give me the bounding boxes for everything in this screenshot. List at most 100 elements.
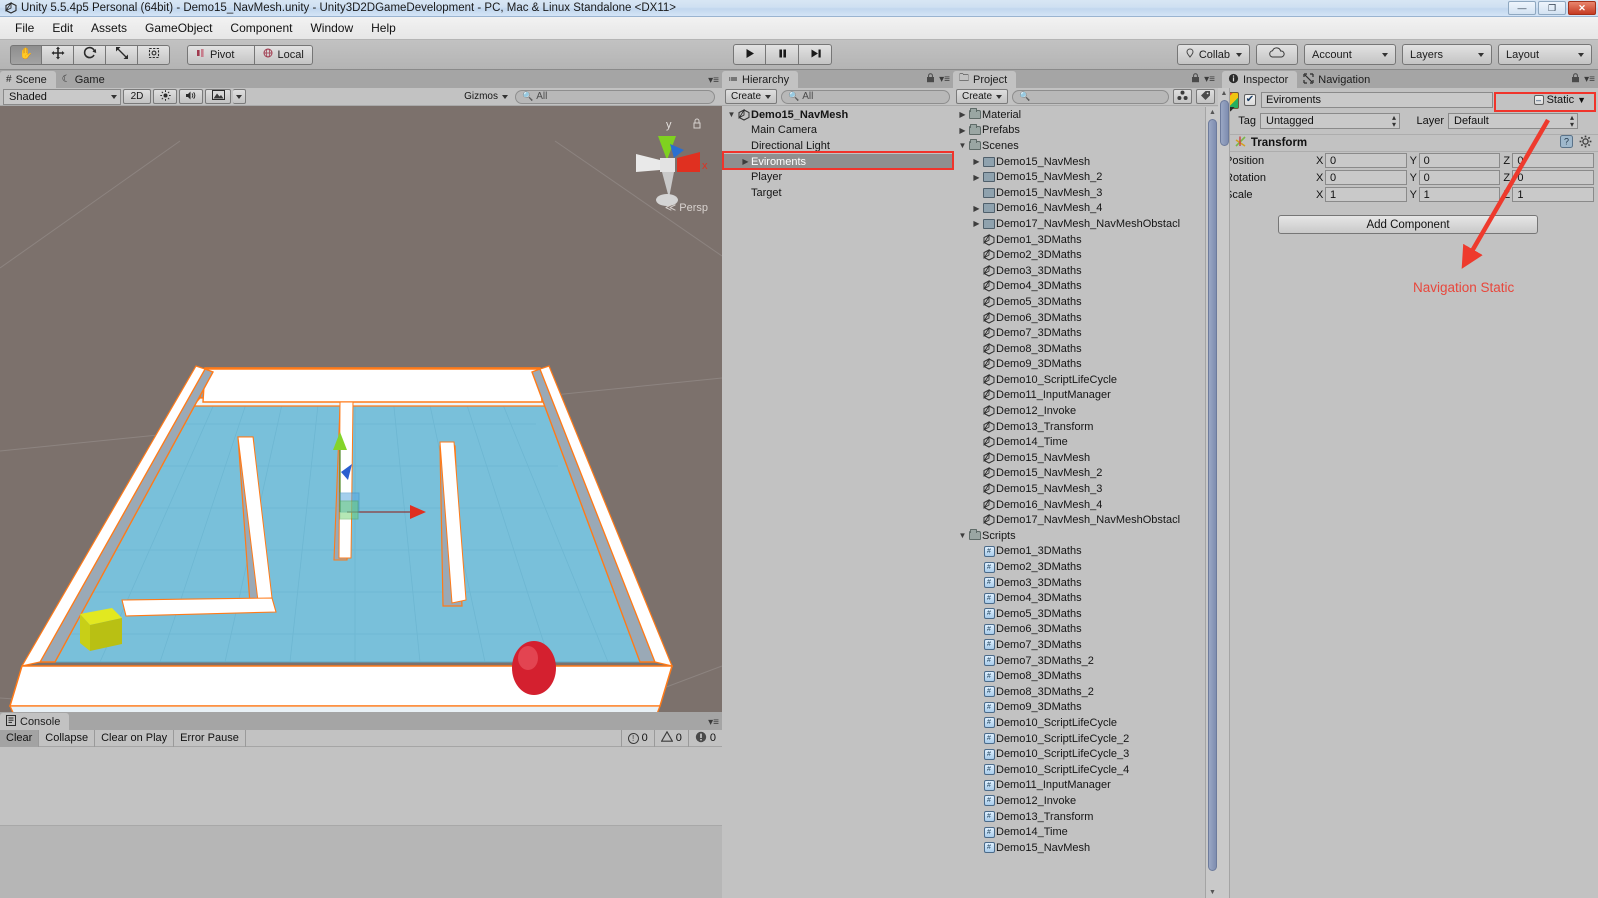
project-row[interactable]: Demo6_3DMaths: [953, 310, 1205, 326]
chevron-down-icon[interactable]: ▼: [957, 141, 968, 150]
project-row[interactable]: # Demo10_ScriptLifeCycle: [953, 715, 1205, 731]
project-panel-menu[interactable]: ▾≡: [1191, 73, 1215, 86]
console-info-count[interactable]: ! 0: [620, 729, 654, 747]
rotate-tool-button[interactable]: [74, 44, 106, 65]
tab-inspector[interactable]: Inspector: [1222, 71, 1298, 88]
inspector-scrollbar[interactable]: ▲: [1218, 88, 1230, 898]
object-active-checkbox[interactable]: ✔: [1244, 94, 1256, 106]
lighting-toggle-button[interactable]: [153, 89, 177, 104]
account-dropdown-arrow[interactable]: [1382, 52, 1388, 57]
scene-viewport[interactable]: y x ≪ Persp: [0, 106, 722, 712]
chevron-right-icon[interactable]: ▶: [957, 126, 968, 135]
project-row[interactable]: ▼ Scenes: [953, 138, 1205, 154]
chevron-down-icon[interactable]: ▼: [957, 531, 968, 540]
project-row[interactable]: Demo9_3DMaths: [953, 357, 1205, 373]
scene-projection-label[interactable]: ≪ Persp: [665, 201, 708, 214]
project-row[interactable]: ▶ Prefabs: [953, 123, 1205, 139]
console-log-area[interactable]: [0, 747, 722, 898]
scene-panel-menu[interactable]: ▾≡: [708, 75, 719, 86]
console-clear-on-play-button[interactable]: Clear on Play: [95, 729, 175, 747]
project-row[interactable]: # Demo9_3DMaths: [953, 700, 1205, 716]
project-row[interactable]: Demo2_3DMaths: [953, 247, 1205, 263]
project-row[interactable]: ▶ Demo16_NavMesh_4: [953, 201, 1205, 217]
project-row[interactable]: ▶ Demo15_NavMesh: [953, 154, 1205, 170]
project-row[interactable]: Demo4_3DMaths: [953, 279, 1205, 295]
console-panel-menu[interactable]: ▾≡: [708, 717, 719, 728]
chevron-down-icon[interactable]: ▼: [726, 110, 737, 119]
create-dropdown-arrow[interactable]: [765, 94, 772, 99]
chevron-right-icon[interactable]: ▶: [971, 204, 982, 213]
project-row[interactable]: Demo3_3DMaths: [953, 263, 1205, 279]
rect-tool-button[interactable]: [138, 44, 170, 65]
scrollbar-thumb[interactable]: [1220, 100, 1229, 146]
project-row[interactable]: ▶ Demo17_NavMesh_NavMeshObstacl: [953, 216, 1205, 232]
static-dropdown[interactable]: – Static ▼: [1532, 92, 1588, 108]
fx-dropdown-button[interactable]: [233, 89, 246, 104]
position-z-input[interactable]: 0: [1512, 153, 1595, 168]
console-collapse-button[interactable]: Collapse: [39, 729, 96, 747]
hierarchy-row-directional-light[interactable]: Directional Light: [722, 138, 953, 154]
panel-menu-icon[interactable]: ▾≡: [939, 74, 950, 85]
tab-game[interactable]: ☾ Game: [55, 71, 114, 88]
local-button[interactable]: Local: [255, 44, 313, 65]
lock-icon[interactable]: [1191, 73, 1200, 86]
project-row[interactable]: # Demo10_ScriptLifeCycle_3: [953, 746, 1205, 762]
console-detail-area[interactable]: [0, 826, 722, 898]
cloud-button[interactable]: [1256, 44, 1298, 65]
search-by-type-button[interactable]: [1173, 89, 1192, 104]
hierarchy-panel-menu[interactable]: ▾≡: [926, 73, 950, 86]
project-row[interactable]: Demo16_NavMesh_4: [953, 497, 1205, 513]
layout-dropdown-arrow[interactable]: [1578, 52, 1584, 57]
help-icon[interactable]: ?: [1560, 135, 1573, 151]
pause-button[interactable]: [766, 44, 799, 65]
tag-dropdown[interactable]: Untagged ▴ ▾: [1260, 113, 1400, 129]
project-row[interactable]: Demo8_3DMaths: [953, 341, 1205, 357]
project-row[interactable]: # Demo15_NavMesh: [953, 840, 1205, 856]
hierarchy-row-scene[interactable]: ▼ Demo15_NavMesh: [722, 107, 953, 123]
project-row[interactable]: Demo15_NavMesh_2: [953, 466, 1205, 482]
step-button[interactable]: [799, 44, 832, 65]
shading-mode-dropdown[interactable]: Shaded: [3, 88, 121, 105]
tab-console[interactable]: Console: [0, 713, 70, 730]
search-by-label-button[interactable]: [1196, 89, 1215, 104]
layout-button[interactable]: Layout: [1498, 44, 1592, 65]
tag-stepper-icon[interactable]: ▴ ▾: [1392, 114, 1396, 129]
gizmos-dropdown-arrow[interactable]: [502, 94, 508, 99]
project-row[interactable]: Demo14_Time: [953, 434, 1205, 450]
console-clear-button[interactable]: Clear: [0, 729, 40, 747]
add-component-button[interactable]: Add Component: [1278, 215, 1538, 234]
tab-project[interactable]: 🗀 Project: [953, 71, 1017, 88]
chevron-right-icon[interactable]: ▶: [957, 110, 968, 119]
console-warning-count[interactable]: 0: [653, 729, 688, 747]
static-dropdown-arrow[interactable]: ▼: [1577, 95, 1586, 105]
create-dropdown-arrow[interactable]: [996, 94, 1003, 99]
project-row[interactable]: Demo12_Invoke: [953, 403, 1205, 419]
project-row[interactable]: ▼ Scripts: [953, 528, 1205, 544]
project-search-input[interactable]: 🔍: [1012, 89, 1169, 104]
play-button[interactable]: [733, 44, 766, 65]
project-row[interactable]: # Demo3_3DMaths: [953, 575, 1205, 591]
maximize-button[interactable]: ❐: [1538, 1, 1566, 15]
project-row[interactable]: # Demo12_Invoke: [953, 793, 1205, 809]
scene-search-input[interactable]: 🔍 All: [515, 89, 715, 104]
scrollbar-thumb[interactable]: [1208, 119, 1217, 871]
lock-icon[interactable]: [926, 73, 935, 86]
hierarchy-row-target[interactable]: Target: [722, 185, 953, 201]
project-create-button[interactable]: Create: [956, 89, 1009, 104]
project-row[interactable]: Demo10_ScriptLifeCycle: [953, 372, 1205, 388]
inspector-panel-menu[interactable]: ▾≡: [1571, 73, 1595, 86]
menu-item-help[interactable]: Help: [362, 19, 405, 37]
project-row[interactable]: # Demo8_3DMaths: [953, 668, 1205, 684]
rotation-x-input[interactable]: 0: [1325, 170, 1407, 185]
rotation-y-input[interactable]: 0: [1418, 170, 1501, 185]
position-x-input[interactable]: 0: [1325, 153, 1407, 168]
object-name-input[interactable]: Eviroments: [1261, 92, 1493, 108]
menu-item-assets[interactable]: Assets: [82, 19, 136, 37]
project-row[interactable]: # Demo1_3DMaths: [953, 544, 1205, 560]
hierarchy-create-button[interactable]: Create: [725, 89, 778, 104]
fx-toggle-button[interactable]: [205, 89, 231, 104]
chevron-right-icon[interactable]: ▶: [971, 157, 982, 166]
minimize-button[interactable]: —: [1508, 1, 1536, 15]
project-row[interactable]: # Demo10_ScriptLifeCycle_2: [953, 731, 1205, 747]
move-tool-button[interactable]: [42, 44, 74, 65]
